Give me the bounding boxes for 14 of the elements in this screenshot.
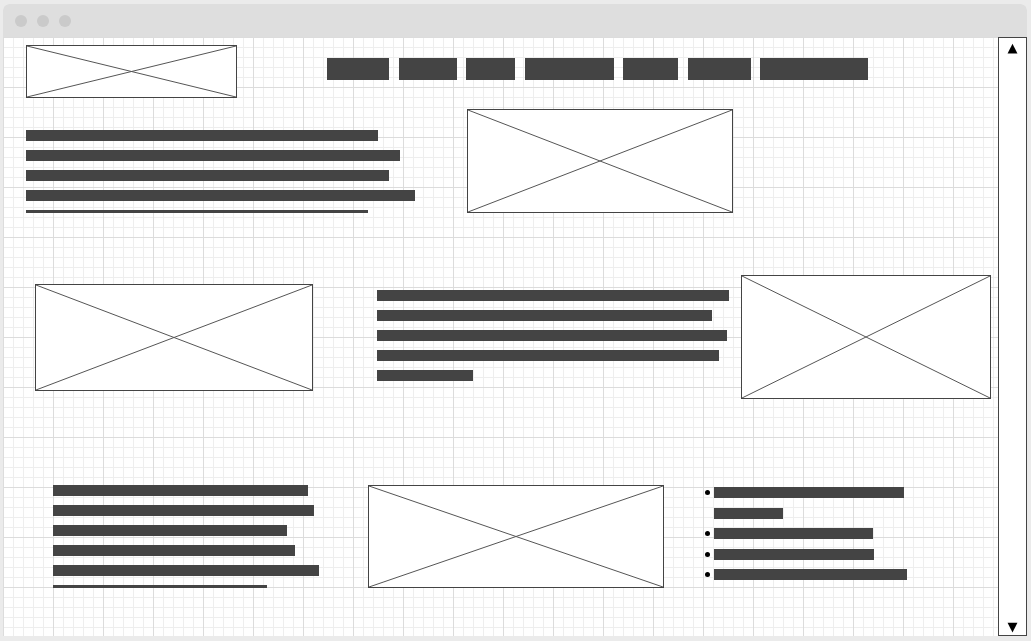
bullet-icon [705, 531, 710, 536]
scroll-down-button[interactable]: ▼ [1007, 620, 1018, 633]
bullet-icon [705, 551, 710, 557]
text-line-placeholder [714, 507, 783, 519]
bullet-icon [705, 490, 710, 495]
nav-item-placeholder[interactable] [623, 58, 678, 80]
nav-item-placeholder[interactable] [398, 58, 457, 80]
nav-item-placeholder[interactable] [327, 58, 389, 80]
nav-item-placeholder[interactable] [687, 58, 751, 80]
nav-item-placeholder[interactable] [524, 58, 614, 80]
nav-item-placeholder[interactable] [760, 58, 868, 80]
bullet-icon [705, 572, 710, 577]
nav-item-placeholder[interactable] [466, 58, 515, 80]
scroll-up-button[interactable]: ▲ [1007, 41, 1018, 54]
